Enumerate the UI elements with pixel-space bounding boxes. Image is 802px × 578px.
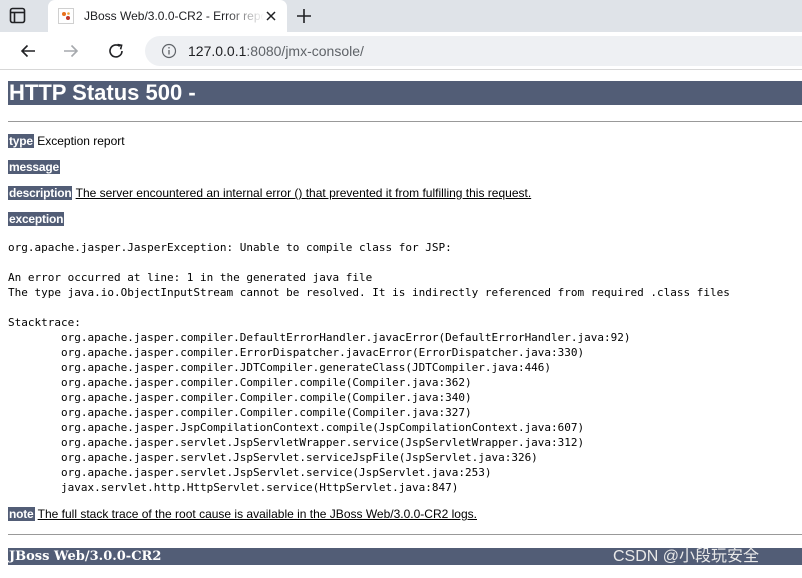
divider	[8, 121, 802, 122]
type-row: type Exception report	[8, 134, 125, 149]
description-label: description	[8, 186, 73, 200]
info-icon[interactable]	[161, 43, 177, 59]
forward-arrow-icon[interactable]	[62, 42, 80, 60]
url-text: 127.0.0.1:8080/jmx-console/	[188, 43, 364, 59]
message-label: message	[8, 160, 60, 174]
url-path: :8080/jmx-console/	[246, 43, 364, 59]
tab-title: JBoss Web/3.0.0-CR2 - Error report	[84, 9, 264, 23]
plus-icon[interactable]	[295, 7, 313, 25]
reload-icon[interactable]	[107, 42, 125, 60]
jboss-favicon-icon	[58, 8, 74, 24]
note-row: note The full stack trace of the root ca…	[8, 507, 477, 522]
message-row: message	[8, 160, 60, 175]
close-icon[interactable]	[264, 9, 278, 23]
note-label: note	[8, 507, 35, 521]
description-value: The server encountered an internal error…	[75, 186, 532, 200]
page-title: HTTP Status 500 -	[8, 81, 802, 105]
type-label: type	[8, 134, 34, 148]
note-value: The full stack trace of the root cause i…	[37, 507, 477, 521]
error-page: HTTP Status 500 - type Exception report …	[0, 70, 802, 578]
divider	[8, 534, 802, 535]
url-host: 127.0.0.1	[188, 43, 247, 59]
exception-stacktrace: org.apache.jasper.JasperException: Unabl…	[8, 241, 730, 494]
watermark: CSDN @小段玩安全	[613, 548, 760, 565]
exception-label: exception	[8, 212, 65, 226]
description-row: description The server encountered an in…	[8, 186, 531, 201]
tab-actions-icon[interactable]	[9, 7, 26, 24]
exception-row: exception	[8, 212, 65, 227]
browser-tab[interactable]: JBoss Web/3.0.0-CR2 - Error report	[48, 0, 287, 32]
browser-toolbar: 127.0.0.1:8080/jmx-console/	[0, 32, 802, 70]
type-value: Exception report	[37, 134, 125, 148]
address-bar[interactable]: 127.0.0.1:8080/jmx-console/	[145, 36, 802, 66]
tab-strip: JBoss Web/3.0.0-CR2 - Error report	[0, 0, 802, 32]
back-arrow-icon[interactable]	[19, 42, 37, 60]
